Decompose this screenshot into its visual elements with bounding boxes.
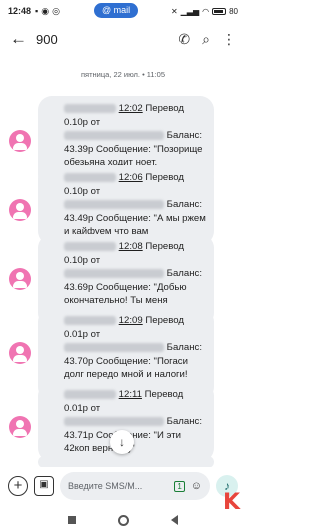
watermark-logo: K — [223, 490, 240, 515]
battery-icon — [212, 7, 227, 15]
avatar[interactable] — [9, 342, 31, 364]
redacted-text — [64, 315, 116, 325]
message-bubble[interactable]: 12:06 Перевод 0.10р от Баланс: 43.49р Со… — [38, 165, 214, 245]
gallery-icon[interactable]: ▣ — [34, 476, 54, 496]
notification-icon: ◎ — [52, 5, 60, 16]
signal-icon: ▁▃▅ — [180, 6, 200, 16]
more-vert-icon[interactable]: ⋮ — [222, 31, 236, 48]
message-input-placeholder: Введите SMS/M... — [68, 481, 143, 491]
message-input[interactable]: Введите SMS/M... 1 ☺ — [60, 472, 210, 500]
system-back-icon[interactable] — [171, 515, 178, 525]
avatar[interactable] — [9, 199, 31, 221]
message-line2: Баланс: — [164, 342, 202, 353]
recents-icon[interactable] — [68, 516, 76, 524]
watermark-letter: K — [222, 490, 240, 515]
status-time: 12:48 — [8, 6, 32, 16]
redacted-text — [64, 103, 116, 113]
add-attachment-icon[interactable]: + — [8, 476, 28, 496]
scroll-down-button[interactable]: ↓ — [110, 430, 134, 454]
back-arrow-icon[interactable]: ← — [10, 29, 32, 49]
system-nav-bar — [0, 508, 246, 532]
arrow-down-icon: ↓ — [119, 435, 125, 449]
message-time: 12:02 — [118, 103, 143, 114]
notification-icon: ▪ — [35, 6, 39, 16]
status-right: ✕ ▁▃▅ ◠ 80 — [171, 7, 238, 16]
mail-pill[interactable]: @ mail — [94, 3, 139, 18]
message-line2: Баланс: — [164, 268, 202, 279]
emoji-icon[interactable]: ☺ — [191, 480, 202, 492]
message-time: 12:08 — [118, 241, 143, 252]
redacted-text — [64, 172, 116, 182]
sim-icon[interactable]: 1 — [174, 480, 185, 492]
conversation-header: ← 900 ✆ ⌕ ⋮ — [0, 24, 246, 54]
date-separator: пятница, 22 июл. • 11:05 — [80, 70, 166, 79]
message-line2: Баланс: — [164, 416, 202, 427]
message-line2: Баланс: — [164, 130, 202, 141]
home-icon[interactable] — [118, 514, 129, 526]
notification-icon: ◉ — [41, 5, 50, 16]
status-bar: 12:48 ▪ ◉ ◎ @ mail ✕ ▁▃▅ ◠ 80 — [0, 0, 246, 22]
redacted-text — [64, 416, 164, 426]
search-icon[interactable]: ⌕ — [202, 31, 210, 48]
battery-level: 80 — [229, 6, 238, 16]
redacted-text — [64, 130, 164, 140]
silent-icon: ✕ — [170, 6, 178, 16]
redacted-text — [64, 199, 164, 209]
avatar[interactable] — [9, 416, 31, 438]
redacted-text — [64, 241, 116, 251]
composer: + ▣ Введите SMS/M... 1 ☺ ♪ — [0, 467, 246, 505]
notification-icons: ▪ ◉ ◎ — [35, 6, 60, 17]
message-time: 12:06 — [118, 172, 143, 183]
phone-icon[interactable]: ✆ — [178, 31, 190, 48]
avatar[interactable] — [9, 130, 31, 152]
contact-name: 900 — [36, 31, 58, 47]
redacted-text — [64, 268, 164, 278]
redacted-text — [64, 342, 164, 352]
message-line2: Баланс: — [164, 199, 202, 210]
message-time: 12:09 — [118, 315, 143, 326]
message-time: 12:11 — [118, 389, 142, 400]
wifi-icon: ◠ — [202, 6, 210, 16]
header-actions: ✆ ⌕ ⋮ — [178, 31, 236, 48]
avatar[interactable] — [9, 268, 31, 290]
redacted-text — [64, 389, 116, 399]
